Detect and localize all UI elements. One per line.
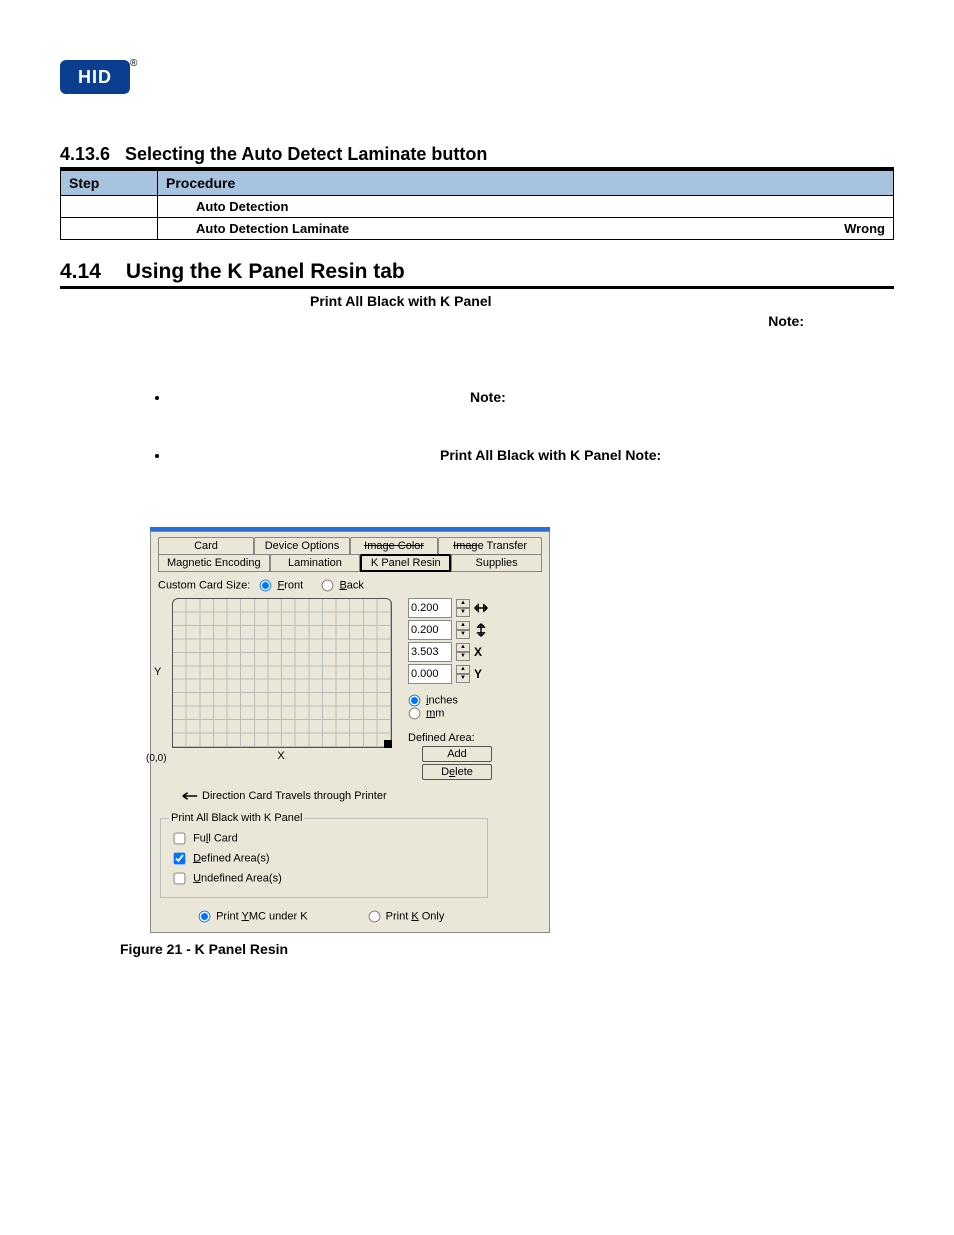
section-number: 4.13.6: [60, 144, 120, 165]
group-legend: Print All Black with K Panel: [169, 812, 304, 824]
tab-image-color[interactable]: Image Color: [350, 537, 438, 555]
width-icon: [474, 601, 488, 615]
direction-row: Direction Card Travels through Printer: [182, 790, 542, 802]
x-axis-label: X: [172, 750, 390, 762]
section-4-14-heading: 4.14 Using the K Panel Resin tab: [60, 260, 894, 289]
figure-caption: Figure 21 - K Panel Resin: [120, 941, 894, 957]
custom-card-size-row: Custom Card Size: Front Back: [158, 579, 542, 592]
width-input[interactable]: 0.200: [408, 598, 452, 618]
procedure-table: Step Procedure Auto Detection Auto Detec…: [60, 170, 894, 240]
inches-radio[interactable]: [409, 695, 421, 707]
tab-magnetic-encoding[interactable]: Magnetic Encoding: [158, 554, 270, 572]
tab-device-options[interactable]: Device Options: [254, 537, 350, 555]
mm-radio-label: mm: [426, 707, 444, 719]
mm-radio[interactable]: [409, 708, 421, 720]
bottom-radio-row: Print YMC under K Print K Only: [158, 910, 542, 923]
height-spinner-row: 0.200 ▲▼: [408, 620, 492, 640]
table-row: Auto Detection: [61, 196, 894, 218]
x-input[interactable]: 3.503: [408, 642, 452, 662]
defined-areas-checkbox[interactable]: [174, 853, 186, 865]
undefined-areas-label: Undefined Area(s): [193, 872, 282, 884]
tab-supplies[interactable]: Supplies: [451, 554, 542, 572]
full-card-label: Full Card: [193, 832, 238, 844]
logo-text: HID: [78, 67, 112, 88]
height-stepper[interactable]: ▲▼: [456, 621, 470, 639]
full-card-checkbox[interactable]: [174, 833, 186, 845]
front-radio-label: Front: [277, 579, 303, 591]
proc-text: Auto Detection: [166, 199, 885, 214]
tab-row-1: Card Device Options Image Color Image Tr…: [158, 537, 542, 555]
proc-text-right: Wrong: [844, 221, 885, 236]
tab-image-transfer[interactable]: Image Transfer: [438, 537, 542, 555]
grid-handle[interactable]: [384, 740, 392, 748]
y-spinner-row: 0.000 ▲▼ Y: [408, 664, 492, 684]
section-4-13-6-heading: 4.13.6 Selecting the Auto Detect Laminat…: [60, 144, 894, 170]
print-ymc-label: Print YMC under K: [216, 910, 308, 922]
defined-area-block: Defined Area: Add Delete: [408, 732, 492, 780]
note-label-right: Note:: [60, 313, 894, 329]
back-radio-label: Back: [339, 579, 363, 591]
step-cell: [61, 196, 158, 218]
x-label: X: [474, 645, 492, 659]
print-all-black-group: Print All Black with K Panel Full Card D…: [160, 812, 488, 898]
subtitle-text: Print All Black with K Panel: [310, 293, 492, 309]
note-label-inline: Note:: [470, 389, 894, 405]
brand-logo: HID ®: [60, 60, 894, 94]
tab-card[interactable]: Card: [158, 537, 254, 555]
print-ymc-radio[interactable]: [199, 911, 211, 923]
y-stepper[interactable]: ▲▼: [456, 665, 470, 683]
list-item: Note:: [170, 349, 894, 435]
width-stepper[interactable]: ▲▼: [456, 599, 470, 617]
procedure-cell: Auto Detection: [158, 196, 894, 218]
grid-canvas[interactable]: [172, 598, 392, 748]
procedure-cell: Auto Detection Laminate Wrong: [158, 218, 894, 240]
table-row: Auto Detection Laminate Wrong: [61, 218, 894, 240]
arrow-left-icon: [182, 791, 198, 801]
add-button[interactable]: Add: [422, 746, 492, 762]
custom-label: Custom Card Size:: [158, 579, 250, 591]
spinner-column: 0.200 ▲▼ 0.200 ▲▼: [408, 598, 492, 780]
header-step: Step: [61, 171, 158, 196]
origin-label: (0,0): [146, 753, 167, 764]
print-k-only-radio[interactable]: [368, 911, 380, 923]
section-number: 4.14: [60, 260, 120, 284]
front-radio[interactable]: [260, 580, 272, 592]
dialog-window: Card Device Options Image Color Image Tr…: [150, 527, 550, 933]
y-label: Y: [474, 667, 492, 681]
defined-areas-label: Defined Area(s): [193, 852, 269, 864]
direction-text: Direction Card Travels through Printer: [202, 790, 387, 802]
back-radio[interactable]: [322, 580, 334, 592]
x-stepper[interactable]: ▲▼: [456, 643, 470, 661]
registered-mark: ®: [130, 58, 137, 69]
list-item: Print All Black with K Panel Note:: [170, 447, 894, 497]
height-input[interactable]: 0.200: [408, 620, 452, 640]
inches-radio-label: inches: [426, 694, 458, 706]
width-spinner-row: 0.200 ▲▼: [408, 598, 492, 618]
tab-row-2: Magnetic Encoding Lamination K Panel Res…: [158, 554, 542, 572]
y-axis-label: Y: [154, 666, 161, 678]
x-spinner-row: 3.503 ▲▼ X: [408, 642, 492, 662]
section-title: Using the K Panel Resin tab: [126, 260, 405, 283]
tab-lamination[interactable]: Lamination: [270, 554, 361, 572]
logo-box: HID: [60, 60, 130, 94]
tab-k-panel-resin[interactable]: K Panel Resin: [360, 554, 451, 572]
defined-area-label: Defined Area:: [408, 732, 492, 744]
unit-radio-group: inches mm: [408, 694, 492, 720]
figure-21: Card Device Options Image Color Image Tr…: [150, 527, 894, 933]
grid-preview: Y (0,0) X: [158, 598, 398, 762]
undefined-areas-checkbox[interactable]: [174, 873, 186, 885]
print-k-only-label: Print K Only: [386, 910, 445, 922]
bullet-list: Note: Print All Black with K Panel Note:: [60, 349, 894, 497]
proc-text-left: Auto Detection Laminate: [166, 221, 349, 236]
y-input[interactable]: 0.000: [408, 664, 452, 684]
header-procedure: Procedure: [158, 171, 894, 196]
bullet2-text: Print All Black with K Panel Note:: [440, 447, 661, 463]
section-title: Selecting the Auto Detect Laminate butto…: [125, 144, 487, 164]
step-cell: [61, 218, 158, 240]
delete-button[interactable]: Delete: [422, 764, 492, 780]
height-icon: [474, 623, 488, 637]
table-header-row: Step Procedure: [61, 171, 894, 196]
